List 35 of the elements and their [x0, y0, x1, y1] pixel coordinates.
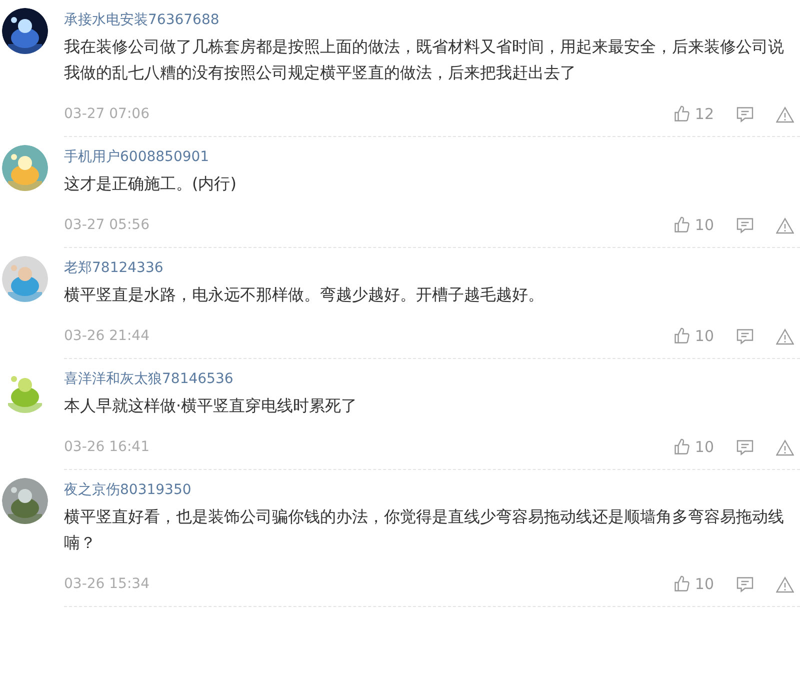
- warning-icon[interactable]: [776, 328, 794, 344]
- username[interactable]: 老郑78124336: [64, 256, 164, 280]
- warning-icon[interactable]: [776, 216, 794, 234]
- comment-icon[interactable]: [736, 328, 754, 344]
- comment-icon[interactable]: [736, 576, 754, 592]
- like-button[interactable]: 10: [672, 214, 714, 236]
- timestamp: 03-26 15:34: [64, 574, 150, 594]
- comment-icon[interactable]: [736, 216, 754, 234]
- like-button[interactable]: 10: [672, 572, 714, 596]
- comment-text: 这才是正确施工。(内行): [64, 173, 238, 195]
- thumbs-up-icon: [672, 575, 691, 593]
- timestamp: 03-27 05:56: [64, 216, 150, 234]
- timestamp: 03-27 07:06: [64, 104, 150, 124]
- warning-icon[interactable]: [776, 106, 794, 122]
- timestamp: 03-26 16:41: [64, 438, 150, 456]
- username[interactable]: 夜之京伤80319350: [64, 478, 192, 502]
- thumbs-up-icon: [672, 105, 691, 123]
- username[interactable]: 手机用户6008850901: [64, 145, 210, 169]
- username[interactable]: 承接水电安装76367688: [64, 8, 220, 32]
- thumbs-up-icon: [672, 327, 691, 345]
- comment-text: 本人早就这样做·横平竖直穿电线时累死了: [64, 395, 358, 417]
- like-button[interactable]: 10: [672, 436, 714, 458]
- comment-icon[interactable]: [736, 438, 754, 456]
- like-button[interactable]: 10: [672, 324, 714, 348]
- like-button[interactable]: 12: [672, 102, 714, 126]
- warning-icon[interactable]: [776, 438, 794, 456]
- thumbs-up-icon: [672, 438, 691, 456]
- comment-text: 我在装修公司做了几栋套房都是按照上面的做法，既省材料又省时间，用起来最安全，后来装修公司说我做的乱七八糟的没有按照公司规定横平竖直的做法，后来把我赶出去了: [64, 36, 785, 84]
- timestamp: 03-26 21:44: [64, 326, 150, 346]
- comment-text: 横平竖直好看，也是装饰公司骗你钱的办法，你觉得是直线少弯容易拖动线还是顺墙角多弯容易拖动线喃？: [64, 506, 785, 554]
- thumbs-up-icon: [672, 216, 691, 234]
- comment-text: 横平竖直是水路，电永远不那样做。弯越少越好。开槽子越毛越好。: [64, 284, 545, 306]
- comment-icon[interactable]: [736, 106, 754, 122]
- username[interactable]: 喜洋洋和灰太狼78146536: [64, 367, 234, 391]
- warning-icon[interactable]: [776, 576, 794, 592]
